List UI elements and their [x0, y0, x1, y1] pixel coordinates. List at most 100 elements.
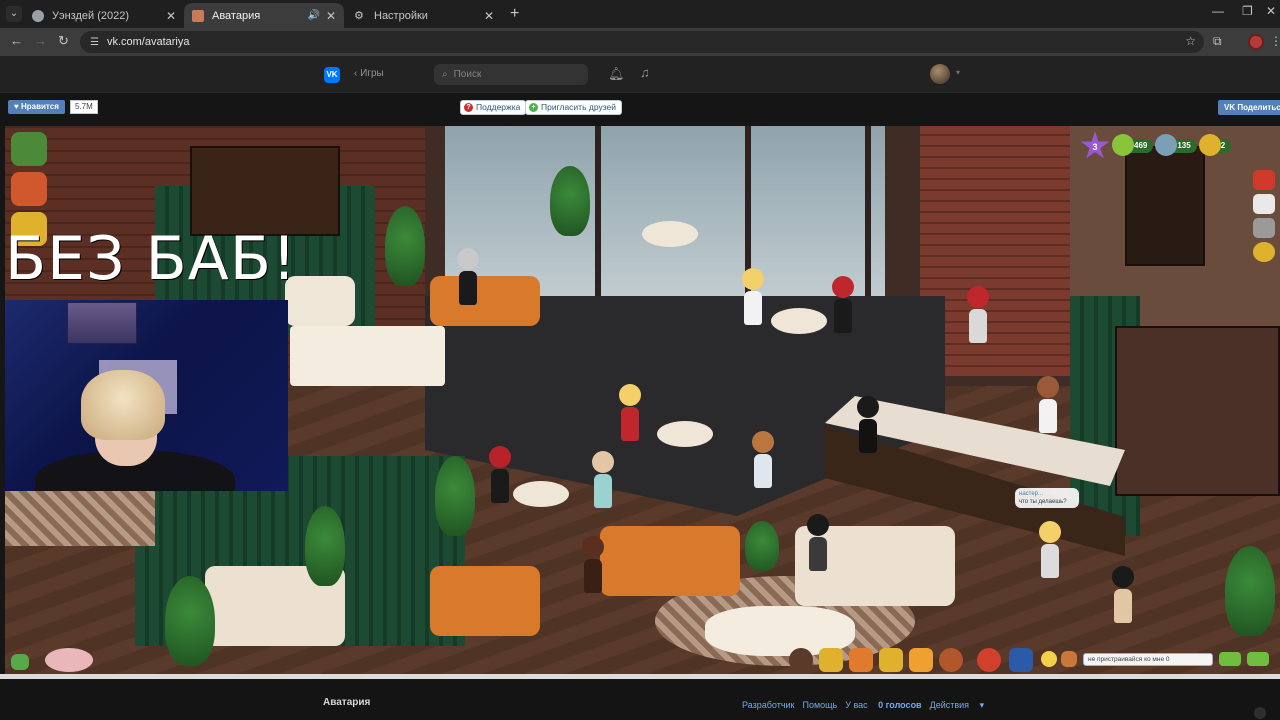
camera-icon[interactable]: [1253, 218, 1275, 238]
player-avatar[interactable]: [580, 536, 606, 593]
actions-menu[interactable]: Действия ▾: [930, 700, 992, 711]
developer-link[interactable]: Разработчик: [742, 700, 794, 711]
reload-icon[interactable]: ↻: [58, 33, 69, 49]
extensions-icon[interactable]: ⧉: [1213, 34, 1222, 49]
games-back-link[interactable]: ‹ Игры: [354, 68, 384, 79]
coffee-table[interactable]: [290, 326, 445, 386]
vip-badge-icon[interactable]: [11, 132, 47, 166]
sofa[interactable]: [430, 566, 540, 636]
player-face-icon[interactable]: [789, 648, 813, 672]
new-tab-icon[interactable]: +: [510, 5, 519, 23]
vk-logo-icon[interactable]: VK: [324, 67, 340, 83]
app-toolbar: ♥ Нравится 5.7M ? Поддержка + Пригласить…: [0, 93, 1280, 126]
player-avatar[interactable]: [590, 451, 616, 508]
chest-icon[interactable]: [909, 648, 933, 672]
minimize-icon[interactable]: —: [1212, 4, 1224, 18]
address-bar[interactable]: ☰ vk.com/avatariya ☆: [80, 31, 1204, 53]
menu-dots-icon[interactable]: ⋮: [1270, 34, 1280, 48]
bookshelf: [190, 146, 340, 236]
brush-icon[interactable]: [1061, 651, 1077, 667]
speaker-icon[interactable]: 🔊: [307, 10, 319, 21]
friend-face-icon[interactable]: [939, 648, 963, 672]
tab-wednesday[interactable]: Уэнздей (2022) ✕: [24, 3, 184, 28]
wall-poster: [67, 302, 137, 344]
music-note-icon[interactable]: ♫: [640, 65, 650, 80]
kitchen-shelf: [1115, 326, 1280, 496]
close-icon[interactable]: ✕: [326, 9, 336, 23]
sofa[interactable]: [600, 526, 740, 596]
avatariya-favicon-icon: [192, 9, 204, 22]
globe-icon: [32, 9, 44, 22]
treasure-icon[interactable]: [879, 648, 903, 672]
chat-bubble: настер... что ты делаешь?: [1015, 488, 1079, 508]
vk-search-input[interactable]: ⌕ Поиск: [434, 64, 588, 85]
send-message-button[interactable]: [1219, 652, 1241, 666]
restore-icon[interactable]: ❐: [1242, 4, 1253, 18]
plant: [745, 521, 779, 571]
close-icon[interactable]: ✕: [166, 9, 176, 23]
player-avatar[interactable]: [1037, 521, 1063, 578]
chevron-down-icon[interactable]: ▾: [956, 68, 960, 77]
lightning-icon: [1112, 134, 1134, 156]
player-avatar[interactable]: [617, 384, 643, 441]
player-avatar[interactable]: [1110, 566, 1136, 623]
pet-avatar[interactable]: [45, 648, 93, 672]
help-link[interactable]: Помощь: [802, 700, 837, 711]
player-avatar[interactable]: [855, 396, 881, 453]
silver-coin-icon: [1155, 134, 1178, 156]
support-button[interactable]: ? Поддержка: [460, 100, 527, 115]
vk-small-icon: VK: [1224, 103, 1238, 112]
vk-header: VK ‹ Игры ⌕ Поиск 🔔︎ ♫ ▾: [0, 56, 1280, 93]
player-avatar[interactable]: [740, 268, 766, 325]
profile-avatar[interactable]: [1248, 34, 1264, 50]
diamond-icon[interactable]: [1009, 648, 1033, 672]
bag-icon[interactable]: [819, 648, 843, 672]
sofa[interactable]: [430, 276, 540, 326]
back-arrow-icon[interactable]: ←: [10, 33, 23, 48]
tab-search-icon[interactable]: ⌄: [6, 6, 22, 22]
user-avatar[interactable]: [930, 64, 950, 84]
notification-icon[interactable]: [1253, 170, 1275, 190]
invite-friends-button[interactable]: + Пригласить друзей: [525, 100, 622, 115]
like-button[interactable]: ♥ Нравится: [8, 100, 65, 114]
window-close-icon[interactable]: ✕: [1266, 4, 1276, 18]
chat-toggle-icon[interactable]: [11, 654, 29, 670]
menu-icon[interactable]: [1253, 194, 1275, 214]
tab-settings[interactable]: ⚙ Настройки ✕: [346, 3, 502, 28]
player-avatar[interactable]: [750, 431, 776, 488]
forward-arrow-icon[interactable]: →: [34, 33, 47, 48]
rug: [5, 486, 155, 546]
player-stats: 3 469 135 2: [1080, 130, 1232, 162]
player-avatar[interactable]: [455, 248, 481, 305]
game-canvas[interactable]: настер... что ты делаешь? 3 469 135 2 БЕ…: [5, 126, 1280, 674]
player-avatar[interactable]: [965, 286, 991, 343]
cafe-table[interactable]: [657, 421, 713, 447]
cafe-table[interactable]: [642, 221, 698, 247]
smiley-icon[interactable]: [1041, 651, 1057, 667]
chat-options-button[interactable]: [1247, 652, 1269, 666]
plant: [385, 206, 425, 286]
heart-icon: ♥: [14, 102, 21, 111]
tab-avatariya[interactable]: Аватария 🔊 ✕: [184, 3, 344, 28]
chat-input[interactable]: не пристраивайся ко мне 0: [1083, 653, 1213, 666]
stream-overlay-text: БЕЗ БАБ!: [5, 224, 298, 294]
player-avatar[interactable]: [487, 446, 513, 503]
cafe-table[interactable]: [513, 481, 569, 507]
player-avatar[interactable]: [1035, 376, 1061, 433]
player-avatar[interactable]: [805, 514, 831, 571]
player-avatar[interactable]: [830, 276, 856, 333]
bell-icon[interactable]: 🔔︎: [608, 66, 625, 82]
close-icon[interactable]: ✕: [484, 9, 494, 23]
share-button[interactable]: VK Поделиться: [1218, 100, 1280, 115]
bookmark-star-icon[interactable]: ☆: [1185, 34, 1196, 48]
home-icon[interactable]: [11, 172, 47, 206]
gift-box-icon[interactable]: [849, 648, 873, 672]
coin-shop-icon[interactable]: [977, 648, 1001, 672]
cafe-table[interactable]: [771, 308, 827, 334]
like-count: 5.7M: [70, 100, 98, 114]
xp-stat: 469: [1112, 134, 1154, 156]
votes-link[interactable]: У вас 0 голосов: [845, 700, 921, 711]
settings-gear-icon[interactable]: [1253, 242, 1275, 262]
chat-bubble-icon[interactable]: [1254, 707, 1266, 719]
site-info-icon[interactable]: ☰: [90, 37, 99, 48]
